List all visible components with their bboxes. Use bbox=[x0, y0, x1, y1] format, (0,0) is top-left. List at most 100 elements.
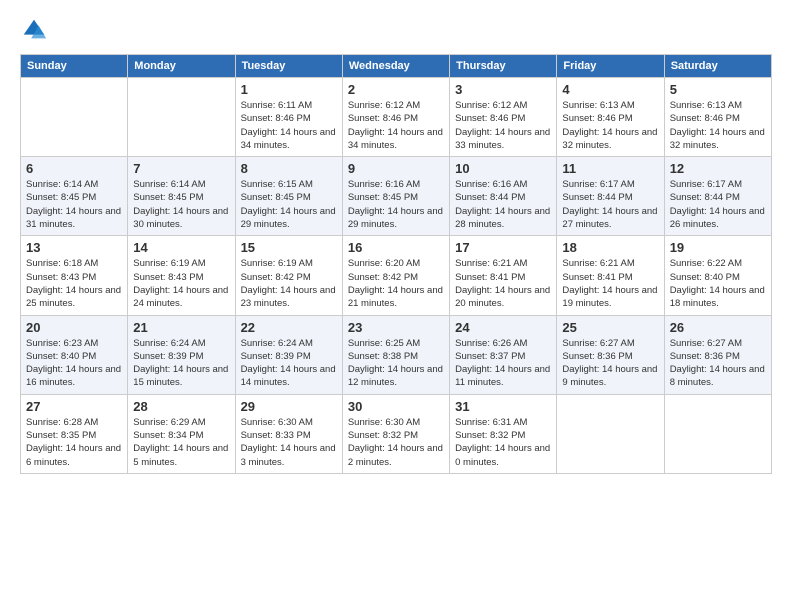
day-info: Sunrise: 6:17 AM Sunset: 8:44 PM Dayligh… bbox=[670, 178, 766, 231]
calendar-cell: 25Sunrise: 6:27 AM Sunset: 8:36 PM Dayli… bbox=[557, 315, 664, 394]
day-info: Sunrise: 6:27 AM Sunset: 8:36 PM Dayligh… bbox=[670, 337, 766, 390]
calendar-cell bbox=[21, 78, 128, 157]
day-number: 1 bbox=[241, 82, 337, 97]
weekday-header-wednesday: Wednesday bbox=[342, 55, 449, 78]
day-number: 13 bbox=[26, 240, 122, 255]
day-info: Sunrise: 6:30 AM Sunset: 8:33 PM Dayligh… bbox=[241, 416, 337, 469]
day-info: Sunrise: 6:21 AM Sunset: 8:41 PM Dayligh… bbox=[455, 257, 551, 310]
day-info: Sunrise: 6:13 AM Sunset: 8:46 PM Dayligh… bbox=[562, 99, 658, 152]
day-info: Sunrise: 6:25 AM Sunset: 8:38 PM Dayligh… bbox=[348, 337, 444, 390]
calendar-cell: 29 Sunrise: 6:30 AM Sunset: 8:33 PM Dayli… bbox=[235, 394, 342, 473]
day-number: 21 bbox=[133, 320, 229, 335]
calendar-cell: 24 Sunrise: 6:26 AM Sunset: 8:37 PM Dayli… bbox=[450, 315, 557, 394]
day-number: 20 bbox=[26, 320, 122, 335]
calendar-cell: 1 Sunrise: 6:11 AM Sunset: 8:46 PM Daylig… bbox=[235, 78, 342, 157]
calendar-cell: 5Sunrise: 6:13 AM Sunset: 8:46 PM Daylig… bbox=[664, 78, 771, 157]
day-number: 14 bbox=[133, 240, 229, 255]
week-row-2: 6 Sunrise: 6:14 AM Sunset: 8:45 PM Daylig… bbox=[21, 157, 772, 236]
calendar-cell: 19 Sunrise: 6:22 AM Sunset: 8:40 PM Dayli… bbox=[664, 236, 771, 315]
day-info: Sunrise: 6:16 AM Sunset: 8:44 PM Dayligh… bbox=[455, 178, 551, 231]
calendar-cell: 27Sunrise: 6:28 AM Sunset: 8:35 PM Dayli… bbox=[21, 394, 128, 473]
calendar-cell: 11 Sunrise: 6:17 AM Sunset: 8:44 PM Dayli… bbox=[557, 157, 664, 236]
calendar-cell bbox=[664, 394, 771, 473]
day-number: 30 bbox=[348, 399, 444, 414]
day-number: 5 bbox=[670, 82, 766, 97]
day-info: Sunrise: 6:18 AM Sunset: 8:43 PM Dayligh… bbox=[26, 257, 122, 310]
calendar-cell: 17 Sunrise: 6:21 AM Sunset: 8:41 PM Dayli… bbox=[450, 236, 557, 315]
calendar-cell: 13 Sunrise: 6:18 AM Sunset: 8:43 PM Dayli… bbox=[21, 236, 128, 315]
day-number: 25 bbox=[562, 320, 658, 335]
calendar-cell: 9Sunrise: 6:16 AM Sunset: 8:45 PM Daylig… bbox=[342, 157, 449, 236]
calendar-cell: 12 Sunrise: 6:17 AM Sunset: 8:44 PM Dayli… bbox=[664, 157, 771, 236]
day-info: Sunrise: 6:14 AM Sunset: 8:45 PM Dayligh… bbox=[133, 178, 229, 231]
day-number: 2 bbox=[348, 82, 444, 97]
day-info: Sunrise: 6:12 AM Sunset: 8:46 PM Dayligh… bbox=[455, 99, 551, 152]
calendar-cell: 31 Sunrise: 6:31 AM Sunset: 8:32 PM Dayli… bbox=[450, 394, 557, 473]
day-info: Sunrise: 6:12 AM Sunset: 8:46 PM Dayligh… bbox=[348, 99, 444, 152]
day-number: 6 bbox=[26, 161, 122, 176]
week-row-1: 1 Sunrise: 6:11 AM Sunset: 8:46 PM Daylig… bbox=[21, 78, 772, 157]
day-info: Sunrise: 6:26 AM Sunset: 8:37 PM Dayligh… bbox=[455, 337, 551, 390]
day-info: Sunrise: 6:14 AM Sunset: 8:45 PM Dayligh… bbox=[26, 178, 122, 231]
calendar-cell: 20 Sunrise: 6:23 AM Sunset: 8:40 PM Dayli… bbox=[21, 315, 128, 394]
day-number: 10 bbox=[455, 161, 551, 176]
calendar-cell: 30 Sunrise: 6:30 AM Sunset: 8:32 PM Dayli… bbox=[342, 394, 449, 473]
day-number: 9 bbox=[348, 161, 444, 176]
weekday-header-saturday: Saturday bbox=[664, 55, 771, 78]
calendar-cell bbox=[128, 78, 235, 157]
day-number: 11 bbox=[562, 161, 658, 176]
day-number: 29 bbox=[241, 399, 337, 414]
weekday-header-row: SundayMondayTuesdayWednesdayThursdayFrid… bbox=[21, 55, 772, 78]
weekday-header-tuesday: Tuesday bbox=[235, 55, 342, 78]
day-info: Sunrise: 6:24 AM Sunset: 8:39 PM Dayligh… bbox=[133, 337, 229, 390]
weekday-header-sunday: Sunday bbox=[21, 55, 128, 78]
day-info: Sunrise: 6:24 AM Sunset: 8:39 PM Dayligh… bbox=[241, 337, 337, 390]
day-number: 27 bbox=[26, 399, 122, 414]
calendar-cell: 26 Sunrise: 6:27 AM Sunset: 8:36 PM Dayli… bbox=[664, 315, 771, 394]
day-number: 12 bbox=[670, 161, 766, 176]
day-number: 19 bbox=[670, 240, 766, 255]
day-number: 26 bbox=[670, 320, 766, 335]
day-info: Sunrise: 6:22 AM Sunset: 8:40 PM Dayligh… bbox=[670, 257, 766, 310]
header bbox=[20, 16, 772, 44]
day-number: 22 bbox=[241, 320, 337, 335]
calendar-cell bbox=[557, 394, 664, 473]
weekday-header-monday: Monday bbox=[128, 55, 235, 78]
day-info: Sunrise: 6:19 AM Sunset: 8:42 PM Dayligh… bbox=[241, 257, 337, 310]
day-number: 16 bbox=[348, 240, 444, 255]
week-row-4: 20 Sunrise: 6:23 AM Sunset: 8:40 PM Dayli… bbox=[21, 315, 772, 394]
calendar-cell: 14 Sunrise: 6:19 AM Sunset: 8:43 PM Dayli… bbox=[128, 236, 235, 315]
calendar: SundayMondayTuesdayWednesdayThursdayFrid… bbox=[20, 54, 772, 474]
calendar-cell: 7 Sunrise: 6:14 AM Sunset: 8:45 PM Daylig… bbox=[128, 157, 235, 236]
day-number: 4 bbox=[562, 82, 658, 97]
calendar-cell: 6 Sunrise: 6:14 AM Sunset: 8:45 PM Daylig… bbox=[21, 157, 128, 236]
calendar-cell: 21 Sunrise: 6:24 AM Sunset: 8:39 PM Dayli… bbox=[128, 315, 235, 394]
calendar-cell: 15Sunrise: 6:19 AM Sunset: 8:42 PM Dayli… bbox=[235, 236, 342, 315]
logo-icon bbox=[20, 16, 48, 44]
day-number: 31 bbox=[455, 399, 551, 414]
logo bbox=[20, 16, 52, 44]
calendar-cell: 22 Sunrise: 6:24 AM Sunset: 8:39 PM Dayli… bbox=[235, 315, 342, 394]
day-info: Sunrise: 6:19 AM Sunset: 8:43 PM Dayligh… bbox=[133, 257, 229, 310]
week-row-3: 13 Sunrise: 6:18 AM Sunset: 8:43 PM Dayli… bbox=[21, 236, 772, 315]
calendar-cell: 18Sunrise: 6:21 AM Sunset: 8:41 PM Dayli… bbox=[557, 236, 664, 315]
calendar-cell: 10 Sunrise: 6:16 AM Sunset: 8:44 PM Dayli… bbox=[450, 157, 557, 236]
day-info: Sunrise: 6:11 AM Sunset: 8:46 PM Dayligh… bbox=[241, 99, 337, 152]
day-info: Sunrise: 6:15 AM Sunset: 8:45 PM Dayligh… bbox=[241, 178, 337, 231]
day-number: 7 bbox=[133, 161, 229, 176]
calendar-cell: 3 Sunrise: 6:12 AM Sunset: 8:46 PM Daylig… bbox=[450, 78, 557, 157]
day-info: Sunrise: 6:17 AM Sunset: 8:44 PM Dayligh… bbox=[562, 178, 658, 231]
day-number: 3 bbox=[455, 82, 551, 97]
day-number: 8 bbox=[241, 161, 337, 176]
day-info: Sunrise: 6:31 AM Sunset: 8:32 PM Dayligh… bbox=[455, 416, 551, 469]
day-number: 24 bbox=[455, 320, 551, 335]
day-info: Sunrise: 6:30 AM Sunset: 8:32 PM Dayligh… bbox=[348, 416, 444, 469]
week-row-5: 27Sunrise: 6:28 AM Sunset: 8:35 PM Dayli… bbox=[21, 394, 772, 473]
page: SundayMondayTuesdayWednesdayThursdayFrid… bbox=[0, 0, 792, 484]
calendar-cell: 28Sunrise: 6:29 AM Sunset: 8:34 PM Dayli… bbox=[128, 394, 235, 473]
day-number: 23 bbox=[348, 320, 444, 335]
day-number: 17 bbox=[455, 240, 551, 255]
day-info: Sunrise: 6:23 AM Sunset: 8:40 PM Dayligh… bbox=[26, 337, 122, 390]
day-info: Sunrise: 6:20 AM Sunset: 8:42 PM Dayligh… bbox=[348, 257, 444, 310]
day-number: 28 bbox=[133, 399, 229, 414]
